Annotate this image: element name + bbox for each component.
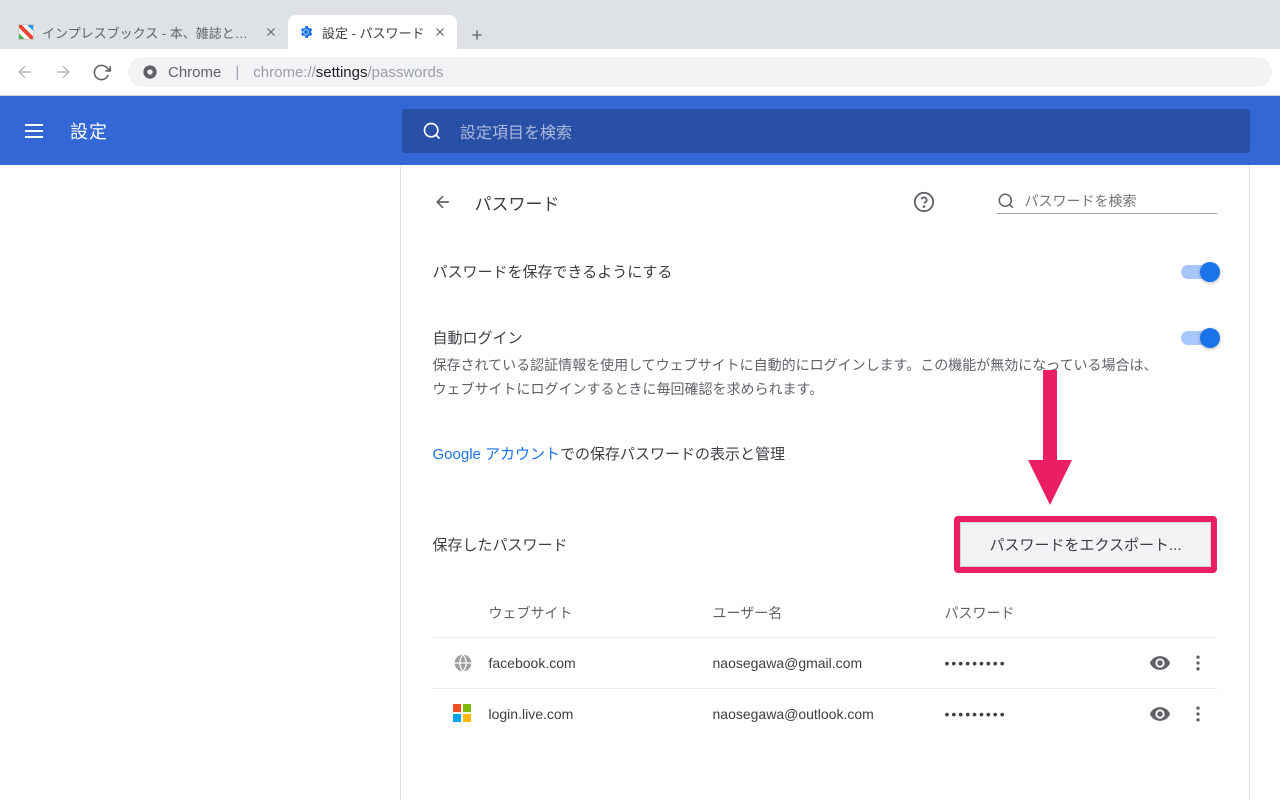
setting-label: 自動ログイン: [433, 327, 1161, 348]
reveal-password-button[interactable]: [1141, 703, 1179, 725]
close-icon[interactable]: [433, 25, 447, 39]
close-icon[interactable]: [264, 25, 278, 39]
google-account-link-row: Google アカウントでの保存パスワードの表示と管理: [433, 425, 1217, 482]
search-icon: [997, 192, 1015, 210]
password-row: login.live.com naosegawa@outlook.com •••…: [433, 688, 1217, 739]
omnibox-branding: Chrome: [168, 64, 221, 81]
content-area: パスワード パスワードを検索 パスワードを保存できるようにする 自動ログイン 保…: [0, 165, 1280, 800]
annotation-highlight: パスワードをエクスポート...: [954, 516, 1216, 573]
tab-title: インプレスブックス - 本、雑誌と関連W: [42, 23, 256, 42]
row-user: naosegawa@outlook.com: [713, 706, 945, 722]
setting-autosignin: 自動ログイン 保存されている認証情報を使用してウェブサイトに自動的にログインしま…: [433, 305, 1217, 425]
row-password-masked: •••••••••: [945, 706, 1141, 722]
row-more-button[interactable]: [1179, 653, 1217, 673]
toggle-autosignin[interactable]: [1181, 331, 1217, 345]
column-user: ユーザー名: [713, 603, 945, 623]
password-search[interactable]: パスワードを検索: [997, 191, 1217, 214]
favicon-impress: [18, 24, 34, 40]
export-passwords-button[interactable]: パスワードをエクスポート...: [960, 522, 1210, 567]
back-button[interactable]: [8, 55, 42, 89]
page-title: パスワード: [475, 190, 891, 215]
favicon-chrome-settings: [298, 24, 314, 40]
settings-search[interactable]: 設定項目を検索: [402, 109, 1250, 153]
microsoft-icon: [453, 704, 473, 724]
browser-tab-strip: インプレスブックス - 本、雑誌と関連W 設定 - パスワード: [0, 0, 1280, 49]
menu-icon[interactable]: [22, 119, 46, 143]
settings-card: パスワード パスワードを検索 パスワードを保存できるようにする 自動ログイン 保…: [400, 165, 1250, 800]
browser-tab-active[interactable]: 設定 - パスワード: [288, 15, 457, 49]
column-password: パスワード: [945, 603, 1217, 623]
back-arrow-icon[interactable]: [433, 192, 453, 212]
saved-passwords-title: 保存したパスワード: [433, 534, 955, 555]
settings-header: 設定 設定項目を検索: [0, 96, 1280, 165]
toggle-offer-save[interactable]: [1181, 265, 1217, 279]
setting-description: 保存されている認証情報を使用してウェブサイトに自動的にログインします。この機能が…: [433, 354, 1161, 402]
google-account-link[interactable]: Google アカウント: [433, 446, 561, 463]
setting-offer-save: パスワードを保存できるようにする: [433, 239, 1217, 305]
help-icon[interactable]: [913, 191, 935, 213]
settings-sidebar: [0, 165, 369, 800]
row-more-button[interactable]: [1179, 704, 1217, 724]
passwords-table-head: ウェブサイト ユーザー名 パスワード: [433, 589, 1217, 637]
browser-tab[interactable]: インプレスブックス - 本、雑誌と関連W: [8, 15, 288, 49]
row-password-masked: •••••••••: [945, 655, 1141, 671]
forward-button[interactable]: [46, 55, 80, 89]
row-user: naosegawa@gmail.com: [713, 655, 945, 671]
password-row: facebook.com naosegawa@gmail.com •••••••…: [433, 637, 1217, 688]
chrome-info-icon: [142, 64, 158, 80]
settings-search-placeholder: 設定項目を検索: [460, 119, 572, 143]
browser-toolbar: Chrome | chrome://settings/passwords: [0, 49, 1280, 96]
reload-button[interactable]: [84, 55, 118, 89]
column-site: ウェブサイト: [489, 603, 713, 623]
saved-passwords-head: 保存したパスワード パスワードをエクスポート...: [433, 482, 1217, 589]
address-bar[interactable]: Chrome | chrome://settings/passwords: [128, 57, 1272, 87]
password-search-placeholder: パスワードを検索: [1025, 191, 1137, 211]
setting-label: パスワードを保存できるようにする: [433, 261, 1161, 282]
settings-title: 設定: [70, 118, 108, 144]
search-icon: [422, 121, 442, 141]
new-tab-button[interactable]: [463, 21, 491, 49]
row-site[interactable]: facebook.com: [489, 655, 713, 671]
tab-title: 設定 - パスワード: [322, 23, 425, 42]
row-site[interactable]: login.live.com: [489, 706, 713, 722]
reveal-password-button[interactable]: [1141, 652, 1179, 674]
page-head: パスワード パスワードを検索: [433, 165, 1217, 239]
globe-icon: [453, 653, 473, 673]
